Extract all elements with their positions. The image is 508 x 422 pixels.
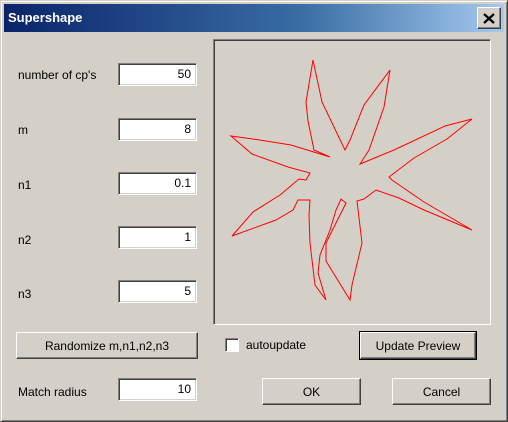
n2-input[interactable]: 1 <box>118 226 197 249</box>
supershape-curve <box>229 59 473 302</box>
n3-input[interactable]: 5 <box>118 280 197 303</box>
cancel-button[interactable]: Cancel <box>392 378 491 405</box>
autoupdate-checkbox[interactable] <box>225 338 239 352</box>
m-input[interactable]: 8 <box>118 118 197 141</box>
window-title: Supershape <box>8 10 83 25</box>
autoupdate-label: autoupdate <box>246 338 307 352</box>
supershape-dialog: Supershape number of cp's 50 m 8 n1 0.1 … <box>0 0 508 422</box>
number-of-cps-input[interactable]: 50 <box>118 63 197 86</box>
close-icon <box>483 12 495 24</box>
label-match-radius: Match radius <box>18 385 87 399</box>
update-preview-button[interactable]: Update Preview <box>359 331 477 360</box>
label-number-of-cps: number of cp's <box>18 68 97 82</box>
match-radius-input[interactable]: 10 <box>118 378 197 401</box>
n1-input[interactable]: 0.1 <box>118 172 197 195</box>
ok-button[interactable]: OK <box>262 378 361 405</box>
label-n2: n2 <box>18 233 32 247</box>
label-m: m <box>18 123 28 137</box>
close-button[interactable] <box>477 7 501 29</box>
title-bar[interactable]: Supershape <box>4 4 504 32</box>
shape-preview <box>213 39 491 325</box>
label-n1: n1 <box>18 178 32 192</box>
randomize-button[interactable]: Randomize m,n1,n2,n3 <box>16 332 198 359</box>
label-n3: n3 <box>18 287 32 301</box>
